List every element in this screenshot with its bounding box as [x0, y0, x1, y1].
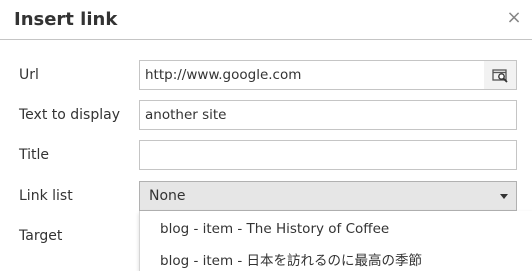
close-icon[interactable]: × — [504, 6, 524, 30]
menu-item[interactable]: blog - item - 日本を訪れるのに最高の季節 — [160, 251, 422, 271]
browse-icon — [492, 69, 508, 83]
link-list-selected-value: None — [149, 188, 186, 204]
link-list-menu: blog - item - The History of Coffee blog… — [139, 211, 532, 271]
title-input[interactable] — [139, 140, 517, 170]
link-list-label: Link list — [19, 188, 73, 204]
target-label: Target — [19, 228, 63, 244]
caret-down-icon — [500, 194, 508, 199]
link-list-select[interactable]: None — [139, 181, 517, 211]
dialog-title: Insert link — [14, 9, 118, 30]
text-to-display-label: Text to display — [19, 107, 120, 123]
dialog-header: Insert link × — [0, 0, 532, 40]
title-label: Title — [19, 147, 50, 163]
menu-item[interactable]: blog - item - The History of Coffee — [160, 219, 389, 239]
browse-button[interactable] — [484, 60, 517, 90]
text-to-display-input[interactable]: another site — [139, 100, 517, 130]
insert-link-dialog: Insert link × Url http://www.google.com … — [0, 0, 532, 271]
url-label: Url — [19, 67, 39, 83]
url-input[interactable]: http://www.google.com — [139, 60, 485, 90]
